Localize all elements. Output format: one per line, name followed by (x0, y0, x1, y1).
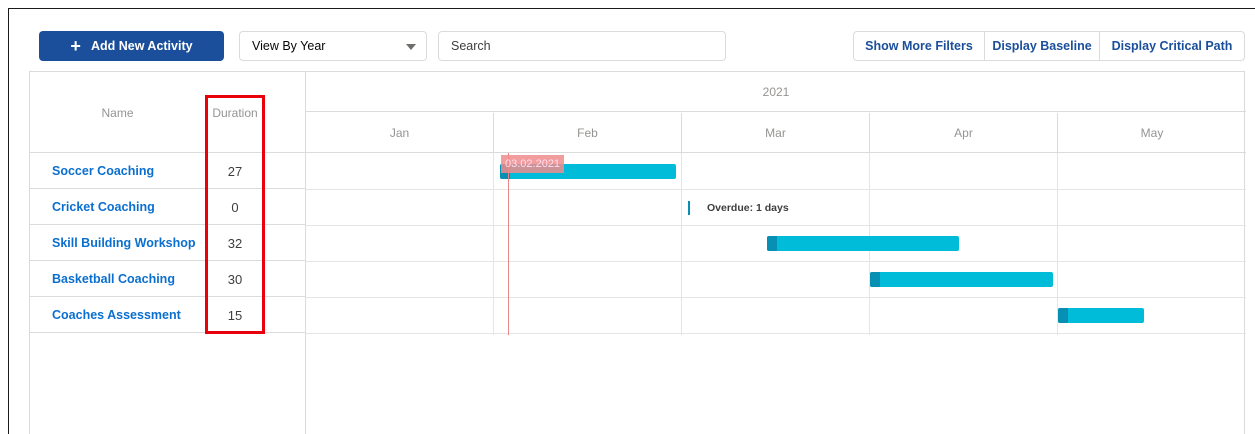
bar-progress (767, 236, 777, 251)
overdue-label: Overdue: 1 days (707, 202, 789, 214)
table-row[interactable]: Cricket Coaching 0 (30, 189, 305, 225)
view-by-select[interactable]: View By Year (239, 31, 427, 61)
activity-name-link[interactable]: Cricket Coaching (52, 189, 202, 225)
bar-progress (870, 272, 880, 287)
view-by-select-value: View By Year (252, 39, 326, 53)
duration-column-header[interactable]: Duration (205, 72, 265, 153)
activity-name-link[interactable]: Coaches Assessment (52, 297, 202, 333)
add-new-activity-label: Add New Activity (90, 39, 193, 53)
activity-duration: 27 (227, 163, 243, 179)
today-line (508, 153, 509, 335)
month-header-apr: Apr (870, 113, 1058, 153)
gantt-bar-coaches-assessment[interactable] (1058, 308, 1144, 323)
month-gridline (681, 153, 682, 335)
display-critical-path-button[interactable]: Display Critical Path (1099, 31, 1245, 61)
caret-down-icon (406, 44, 416, 50)
table-row[interactable]: Basketball Coaching 30 (30, 261, 305, 297)
activity-duration: 32 (227, 235, 243, 251)
bar-progress (1058, 308, 1068, 323)
row-gridline (306, 225, 1246, 226)
row-gridline (306, 333, 1246, 334)
month-header-feb: Feb (494, 113, 682, 153)
activity-duration: 15 (227, 307, 243, 323)
gantt-bar-skill-building-workshop[interactable] (767, 236, 959, 251)
display-baseline-button[interactable]: Display Baseline (984, 31, 1100, 61)
month-header-mar: Mar (682, 113, 870, 153)
name-column-header[interactable]: Name (30, 72, 205, 153)
timeline-year-header: 2021 (306, 72, 1246, 112)
month-gridline (493, 153, 494, 335)
grid-header: Name Duration (30, 72, 305, 153)
gantt-grid: Name Duration Soccer Coaching 27 Cricket… (29, 71, 1246, 434)
window-frame-top (8, 8, 1255, 9)
show-more-filters-button[interactable]: Show More Filters (853, 31, 985, 61)
month-header-jan: Jan (306, 113, 494, 153)
activity-duration: 30 (227, 271, 243, 287)
table-row[interactable]: Coaches Assessment 15 (30, 297, 305, 333)
row-gridline (306, 189, 1246, 190)
today-date-label: 03.02.2021 (501, 155, 565, 173)
activity-name-link[interactable]: Skill Building Workshop (52, 225, 202, 261)
activity-name-link[interactable]: Basketball Coaching (52, 261, 202, 297)
search-input[interactable] (438, 31, 726, 61)
plus-icon: + (70, 36, 81, 56)
row-gridline (306, 261, 1246, 262)
activity-duration: 0 (231, 199, 239, 215)
row-gridline (306, 297, 1246, 298)
table-row[interactable]: Soccer Coaching 27 (30, 153, 305, 189)
activity-name-link[interactable]: Soccer Coaching (52, 153, 202, 189)
gantt-bar-basketball-coaching[interactable] (870, 272, 1053, 287)
toolbar-button-group: Show More Filters Display Baseline Displ… (853, 31, 1245, 61)
table-row[interactable]: Skill Building Workshop 32 (30, 225, 305, 261)
milestone-marker[interactable] (688, 201, 690, 215)
month-header-may: May (1058, 113, 1246, 153)
add-new-activity-button[interactable]: + Add New Activity (39, 31, 224, 61)
window-frame-left (8, 8, 9, 434)
